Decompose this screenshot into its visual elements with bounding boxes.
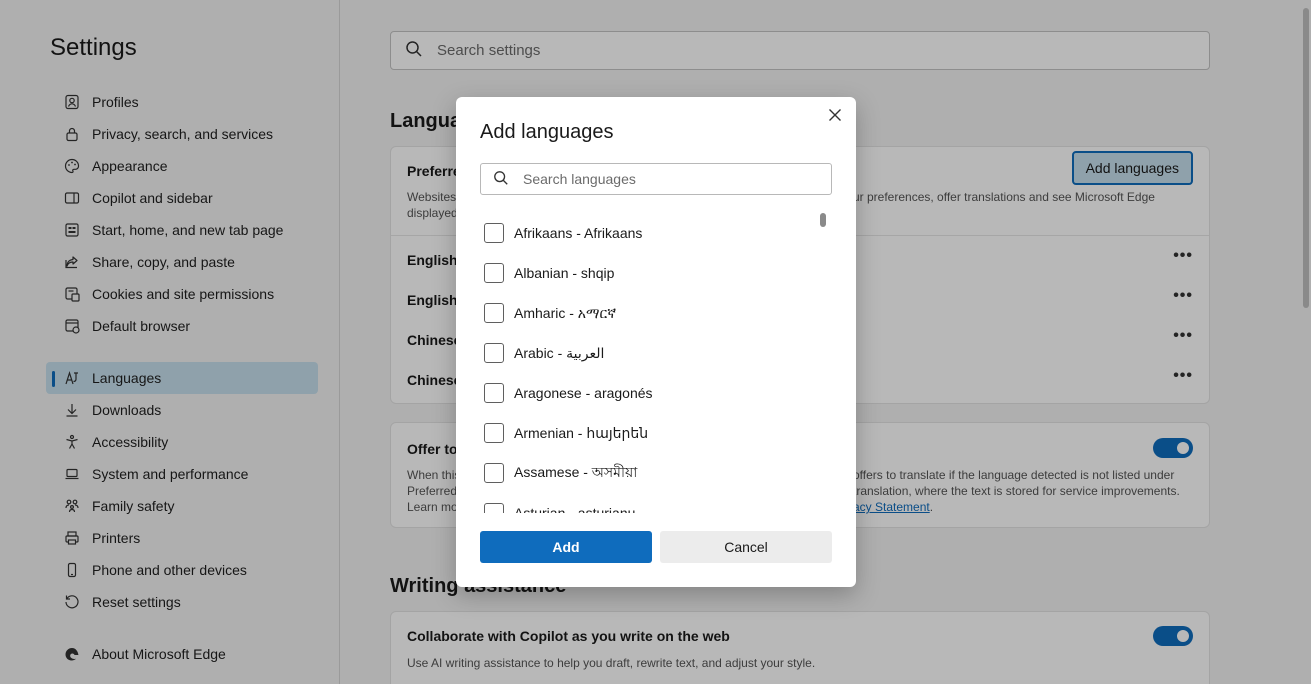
checkbox[interactable] bbox=[484, 383, 504, 403]
list-item[interactable]: Amharic - አማርኛ bbox=[480, 293, 832, 333]
list-scrollbar-thumb[interactable] bbox=[820, 213, 826, 227]
language-label: Assamese - অসমীয়া bbox=[514, 464, 638, 480]
language-label: Aragonese - aragonés bbox=[514, 385, 653, 401]
checkbox[interactable] bbox=[484, 343, 504, 363]
list-item[interactable]: Assamese - অসমীয়া bbox=[480, 453, 832, 493]
list-item[interactable]: Arabic - العربية bbox=[480, 333, 832, 373]
checkbox[interactable] bbox=[484, 423, 504, 443]
add-languages-dialog: Add languages Search languages Afrikaans… bbox=[456, 97, 856, 587]
checkbox[interactable] bbox=[484, 463, 504, 483]
language-list: Afrikaans - Afrikaans Albanian - shqip A… bbox=[480, 213, 832, 513]
language-label: Albanian - shqip bbox=[514, 265, 615, 281]
cancel-button[interactable]: Cancel bbox=[660, 531, 832, 563]
list-item[interactable]: Afrikaans - Afrikaans bbox=[480, 213, 832, 253]
language-label: Arabic - العربية bbox=[514, 344, 605, 361]
language-label: Asturian - asturianu bbox=[514, 505, 636, 513]
list-item[interactable]: Asturian - asturianu bbox=[480, 493, 832, 513]
language-label: Amharic - አማርኛ bbox=[514, 304, 617, 321]
language-search-input[interactable]: Search languages bbox=[480, 163, 832, 195]
close-icon bbox=[828, 108, 842, 125]
list-item[interactable]: Aragonese - aragonés bbox=[480, 373, 832, 413]
page-scrollbar-thumb[interactable] bbox=[1303, 8, 1309, 308]
checkbox[interactable] bbox=[484, 303, 504, 323]
checkbox[interactable] bbox=[484, 223, 504, 243]
list-item[interactable]: Albanian - shqip bbox=[480, 253, 832, 293]
list-item[interactable]: Armenian - հայերեն bbox=[480, 413, 832, 453]
language-search-placeholder: Search languages bbox=[523, 171, 636, 187]
dialog-title: Add languages bbox=[480, 121, 614, 143]
close-button[interactable] bbox=[826, 107, 844, 125]
language-label: Afrikaans - Afrikaans bbox=[514, 225, 643, 241]
search-icon bbox=[493, 170, 509, 189]
checkbox[interactable] bbox=[484, 263, 504, 283]
checkbox[interactable] bbox=[484, 503, 504, 513]
language-label: Armenian - հայերեն bbox=[514, 424, 649, 441]
add-button[interactable]: Add bbox=[480, 531, 652, 563]
